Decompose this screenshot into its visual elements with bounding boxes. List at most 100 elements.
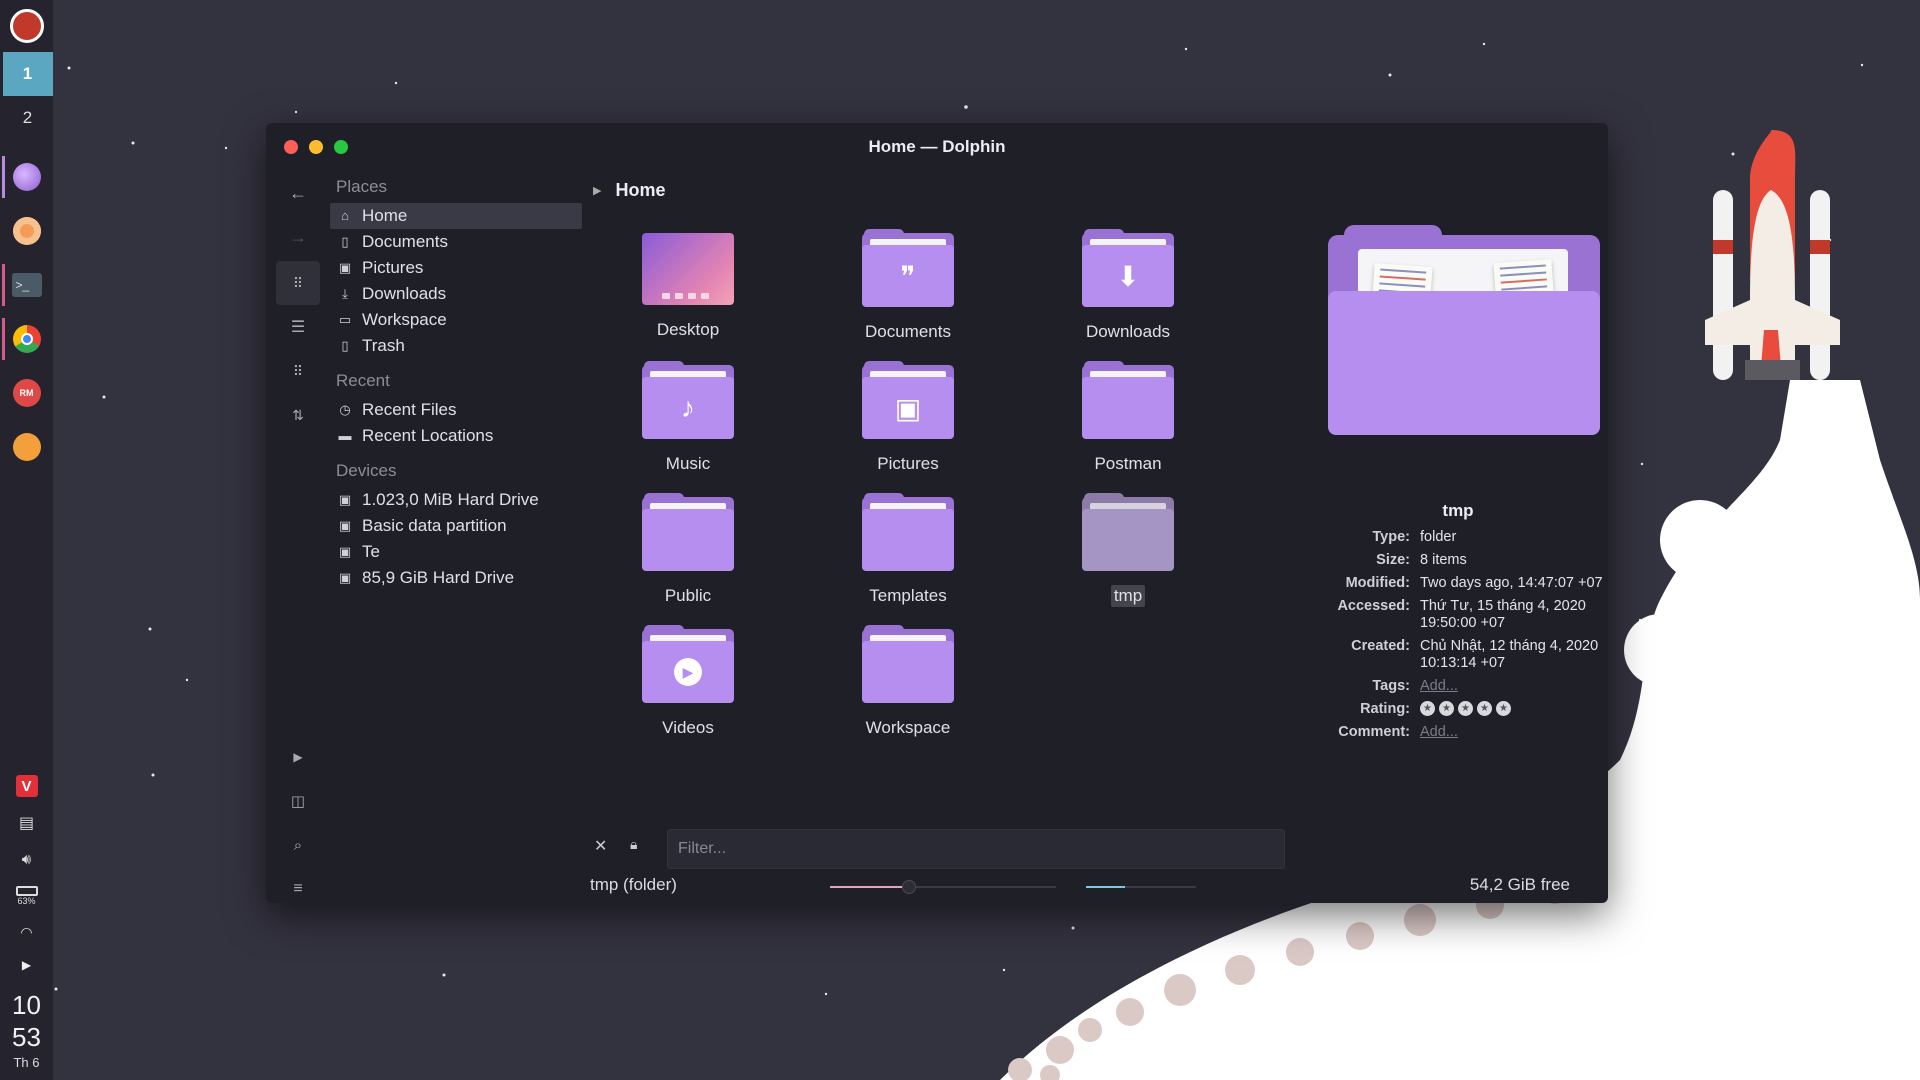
minimize-button[interactable] xyxy=(309,140,323,154)
zoom-slider-handle[interactable] xyxy=(902,880,917,894)
split-icon: ◫ xyxy=(290,793,306,810)
sort-button[interactable]: ⇅ xyxy=(276,393,320,437)
arrow-right-icon: → xyxy=(289,226,307,247)
clipboard-button[interactable]: ▤ xyxy=(0,805,53,841)
launcher-button[interactable] xyxy=(0,0,53,52)
info-row-created: Created: Chủ Nhật, 12 tháng 4, 2020 10:13… xyxy=(1351,638,1599,671)
search-button[interactable]: ⌕ xyxy=(276,823,320,867)
star-icon[interactable]: ★ xyxy=(1496,701,1511,716)
device-2[interactable]: ▣ Basic data partition xyxy=(330,513,582,539)
file-label: Videos xyxy=(662,718,714,737)
folder-icon xyxy=(1082,493,1174,571)
dock-app-firefox-nightly[interactable] xyxy=(0,150,53,204)
music-folder-icon: ♪ xyxy=(642,361,734,439)
info-row-modified: Modified: Two days ago, 14:47:07 +07 xyxy=(1345,575,1603,591)
wifi-button[interactable]: ◠ xyxy=(0,915,53,949)
device-3[interactable]: ▣ Te xyxy=(330,539,582,565)
wifi-icon: ◠ xyxy=(20,923,33,940)
place-downloads[interactable]: ⤓ Downloads xyxy=(330,281,582,307)
add-tags-link[interactable]: Add... xyxy=(1420,678,1608,695)
device-1[interactable]: ▣ 1.023,0 MiB Hard Drive xyxy=(330,487,582,513)
file-item-public[interactable]: Public xyxy=(598,493,778,627)
file-item-postman[interactable]: Postman xyxy=(1038,361,1218,495)
add-comment-link[interactable]: Add... xyxy=(1420,724,1608,741)
videos-folder-icon: ▶ xyxy=(642,625,734,703)
workspace-1-button[interactable]: 1 xyxy=(2,52,53,96)
place-label: Recent Files xyxy=(362,400,457,419)
details-view-button[interactable]: ☰ xyxy=(276,305,320,349)
info-file-name: tmp xyxy=(1442,501,1474,520)
device-4[interactable]: ▣ 85,9 GiB Hard Drive xyxy=(330,565,582,591)
documents-folder-icon: ❞ xyxy=(862,229,954,307)
trash-icon: ▯ xyxy=(341,338,349,353)
status-selection: tmp (folder) xyxy=(590,875,677,894)
breadcrumb-arrow-icon[interactable]: ▶ xyxy=(593,184,601,197)
zoom-slider[interactable] xyxy=(830,880,1056,894)
info-row-type: Type: folder xyxy=(1372,529,1457,545)
tray-expand-button[interactable]: ▶ xyxy=(0,949,53,981)
place-pictures[interactable]: ▣ Pictures xyxy=(330,255,582,281)
forward-button[interactable]: → xyxy=(276,215,320,259)
drive-icon: ▣ xyxy=(338,492,352,507)
place-workspace[interactable]: ▭ Workspace xyxy=(330,307,582,333)
drive-icon: ▣ xyxy=(338,544,352,559)
maximize-button[interactable] xyxy=(334,140,348,154)
place-recent-files[interactable]: ◷ Recent Files xyxy=(330,397,582,423)
place-recent-locations[interactable]: ▬ Recent Locations xyxy=(330,423,582,449)
star-icon[interactable]: ★ xyxy=(1477,701,1492,716)
clipboard-icon: ▤ xyxy=(18,815,35,832)
file-item-tmp[interactable]: tmp xyxy=(1038,493,1218,627)
file-item-downloads[interactable]: ⬇ Downloads xyxy=(1038,229,1218,363)
compact-view-button[interactable]: ⠿ xyxy=(276,349,320,393)
lock-icon[interactable]: 🔒︎ xyxy=(630,836,637,853)
file-item-desktop[interactable]: Desktop xyxy=(598,233,778,363)
icons-view-button[interactable]: ⠿ xyxy=(276,261,320,305)
titlebar[interactable]: Home — Dolphin xyxy=(266,123,1608,171)
rating-stars[interactable]: ★ ★ ★ ★ ★ xyxy=(1420,701,1608,718)
file-item-videos[interactable]: ▶ Videos xyxy=(598,625,778,759)
back-button[interactable]: ← xyxy=(276,171,320,215)
file-label: Templates xyxy=(869,586,947,605)
vivaldi-button[interactable]: V xyxy=(0,767,53,805)
file-label: Workspace xyxy=(865,718,951,737)
folder-icon xyxy=(1082,361,1174,439)
place-home[interactable]: ⌂ Home xyxy=(330,203,582,229)
drive-icon: ▣ xyxy=(338,518,352,533)
file-label: Postman xyxy=(1094,454,1162,473)
file-label: Desktop xyxy=(656,320,720,339)
terminal-panel-button[interactable]: ▶ xyxy=(276,735,320,779)
file-item-music[interactable]: ♪ Music xyxy=(598,361,778,495)
star-icon[interactable]: ★ xyxy=(1439,701,1454,716)
menu-button[interactable]: ≡ xyxy=(276,867,320,903)
dock-app-terminal[interactable]: >_ xyxy=(0,258,53,312)
place-label: Home xyxy=(362,206,408,225)
places-panel: Places ⌂ Home ▯ Documents ▣ Pictures ⤓ Downl… xyxy=(330,171,582,731)
battery-button[interactable]: 63% xyxy=(0,877,53,915)
place-label: Documents xyxy=(362,232,448,251)
dock-app-chrome[interactable] xyxy=(0,312,53,366)
volume-button[interactable]: 🔊︎ xyxy=(0,841,53,877)
place-label: Trash xyxy=(362,336,405,355)
file-item-templates[interactable]: Templates xyxy=(818,493,998,627)
file-item-workspace[interactable]: Workspace xyxy=(818,625,998,759)
dock-app-rm[interactable]: RM xyxy=(0,366,53,420)
place-documents[interactable]: ▯ Documents xyxy=(330,229,582,255)
place-trash[interactable]: ▯ Trash xyxy=(330,333,582,359)
location-icon: ▬ xyxy=(338,428,352,443)
terminal-icon: >_ xyxy=(11,273,42,297)
star-icon[interactable]: ★ xyxy=(1458,701,1473,716)
close-button[interactable] xyxy=(284,140,298,154)
breadcrumb-home[interactable]: Home xyxy=(615,180,665,201)
downloads-folder-icon: ⬇ xyxy=(1082,229,1174,307)
star-icon[interactable]: ★ xyxy=(1420,701,1435,716)
terminal-icon: ▶ xyxy=(293,750,303,764)
dock-app-ferdi[interactable] xyxy=(0,204,53,258)
filter-input[interactable] xyxy=(667,829,1285,869)
dock-app-thunderbird[interactable] xyxy=(0,420,53,474)
download-icon: ⤓ xyxy=(342,286,348,301)
file-item-documents[interactable]: ❞ Documents xyxy=(818,229,998,363)
split-view-button[interactable]: ◫ xyxy=(276,779,320,823)
close-filter-icon[interactable]: ✕ xyxy=(594,836,607,856)
workspace-2-button[interactable]: 2 xyxy=(3,96,53,140)
file-item-pictures[interactable]: ▣ Pictures xyxy=(818,361,998,495)
